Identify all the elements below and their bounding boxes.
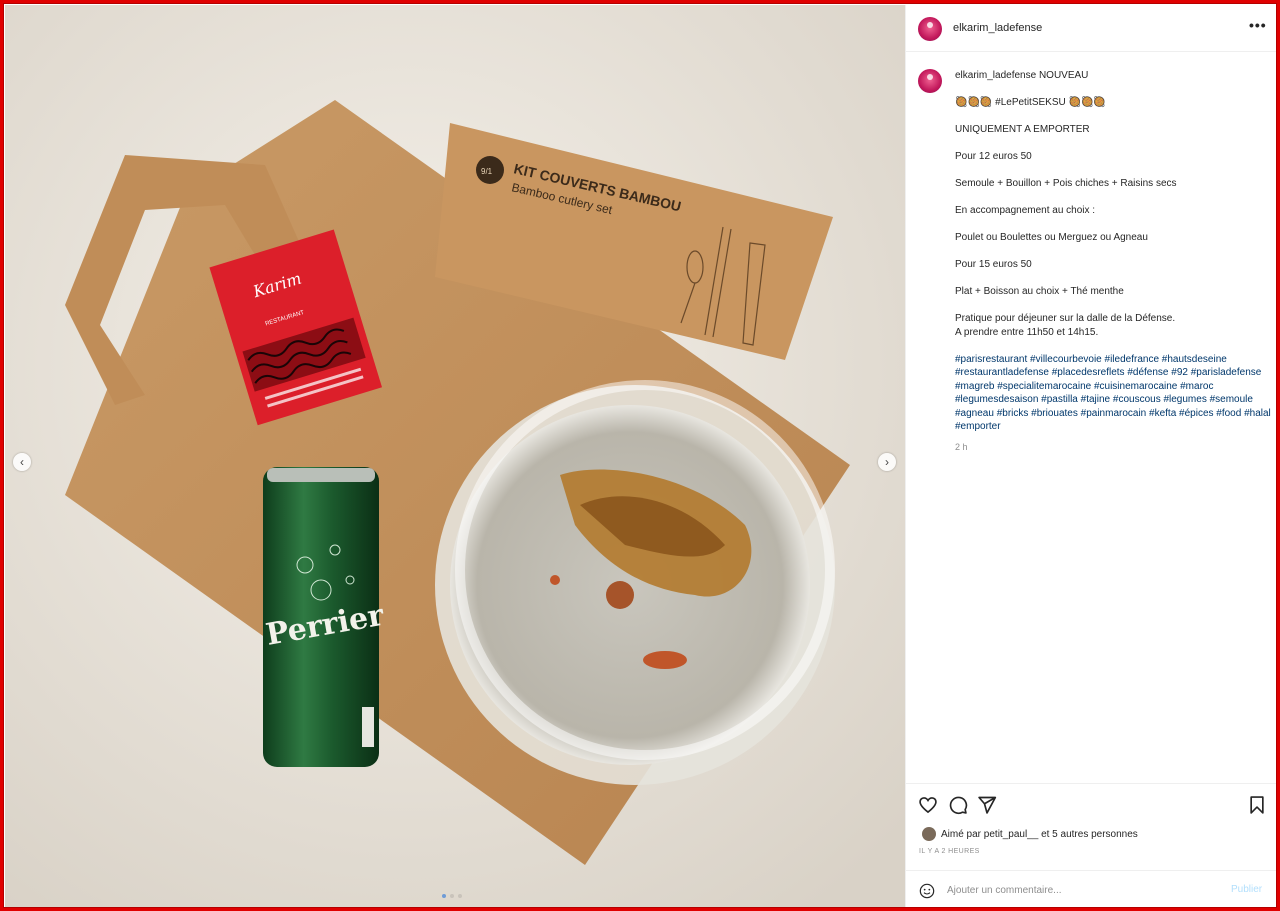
caption-username[interactable]: elkarim_ladefense xyxy=(955,70,1036,81)
bookmark-icon[interactable] xyxy=(1247,795,1267,815)
likes-text: Aimé par petit_paul__ et 5 autres person… xyxy=(941,828,1138,840)
prev-image-button[interactable]: ‹ xyxy=(13,453,31,471)
header-username[interactable]: elkarim_ladefense xyxy=(953,22,1042,34)
caption-practical: Pratique pour déjeuner sur la dalle de l… xyxy=(955,313,1176,324)
caption-line: UNIQUEMENT A EMPORTER xyxy=(955,124,1090,135)
caption-practical: A prendre entre 11h50 et 14h15. xyxy=(955,326,1099,338)
emoji-icon[interactable] xyxy=(919,883,935,899)
post-timestamp[interactable]: IL Y A 2 HEURES xyxy=(919,848,980,855)
caption-line: Semoule + Bouillon + Pois chiches + Rais… xyxy=(955,178,1177,189)
carousel-dot xyxy=(458,894,462,898)
comment-input[interactable] xyxy=(947,882,1217,898)
caption-first-line: NOUVEAU xyxy=(1038,70,1089,81)
caption-time[interactable]: 2 h xyxy=(955,441,1273,455)
publish-button[interactable]: Publier xyxy=(1231,884,1262,895)
carousel-dot xyxy=(450,894,454,898)
post-image[interactable]: 9/1 KIT COUVERTS BAMBOU Bamboo cutlery s… xyxy=(5,5,905,907)
caption-line: Pour 12 euros 50 xyxy=(955,151,1032,162)
cutlery-badge: 9/1 xyxy=(481,167,493,176)
caption-line: Poulet ou Boulettes ou Merguez ou Agneau xyxy=(955,232,1148,243)
caption-line: Pour 15 euros 50 xyxy=(955,259,1032,270)
liker-avatar xyxy=(922,827,936,841)
comment-bar: Publier xyxy=(906,870,1276,908)
avatar[interactable] xyxy=(918,17,942,41)
more-options-icon[interactable]: ••• xyxy=(1249,17,1267,33)
caption-tag-line: 🥘🥘🥘 #LePetitSEKSU 🥘🥘🥘 xyxy=(955,97,1106,108)
photo-scene: 9/1 KIT COUVERTS BAMBOU Bamboo cutlery s… xyxy=(5,5,905,907)
caption-avatar[interactable] xyxy=(918,69,942,93)
caption-line: Plat + Boisson au choix + Thé menthe xyxy=(955,286,1124,297)
next-image-button[interactable]: › xyxy=(878,453,896,471)
caption-line: En accompagnement au choix : xyxy=(955,205,1096,216)
comment-icon[interactable] xyxy=(948,795,968,815)
caption-hashtags[interactable]: #parisrestaurant #villecourbevoie #ilede… xyxy=(955,353,1273,434)
likes-summary[interactable]: Aimé par petit_paul__ et 5 autres person… xyxy=(922,827,1138,841)
share-icon[interactable] xyxy=(977,795,997,815)
caption: elkarim_ladefense NOUVEAU 🥘🥘🥘 #LePetitSE… xyxy=(955,69,1273,454)
heart-icon[interactable] xyxy=(918,795,938,815)
perrier-can: Perrier xyxy=(263,467,388,767)
food-bowl xyxy=(435,380,835,785)
post-header: elkarim_ladefense ••• xyxy=(906,5,1276,52)
carousel-dot xyxy=(442,894,446,898)
post-side-panel: elkarim_ladefense ••• elkarim_ladefense … xyxy=(905,5,1276,907)
carousel-dots xyxy=(442,894,462,898)
